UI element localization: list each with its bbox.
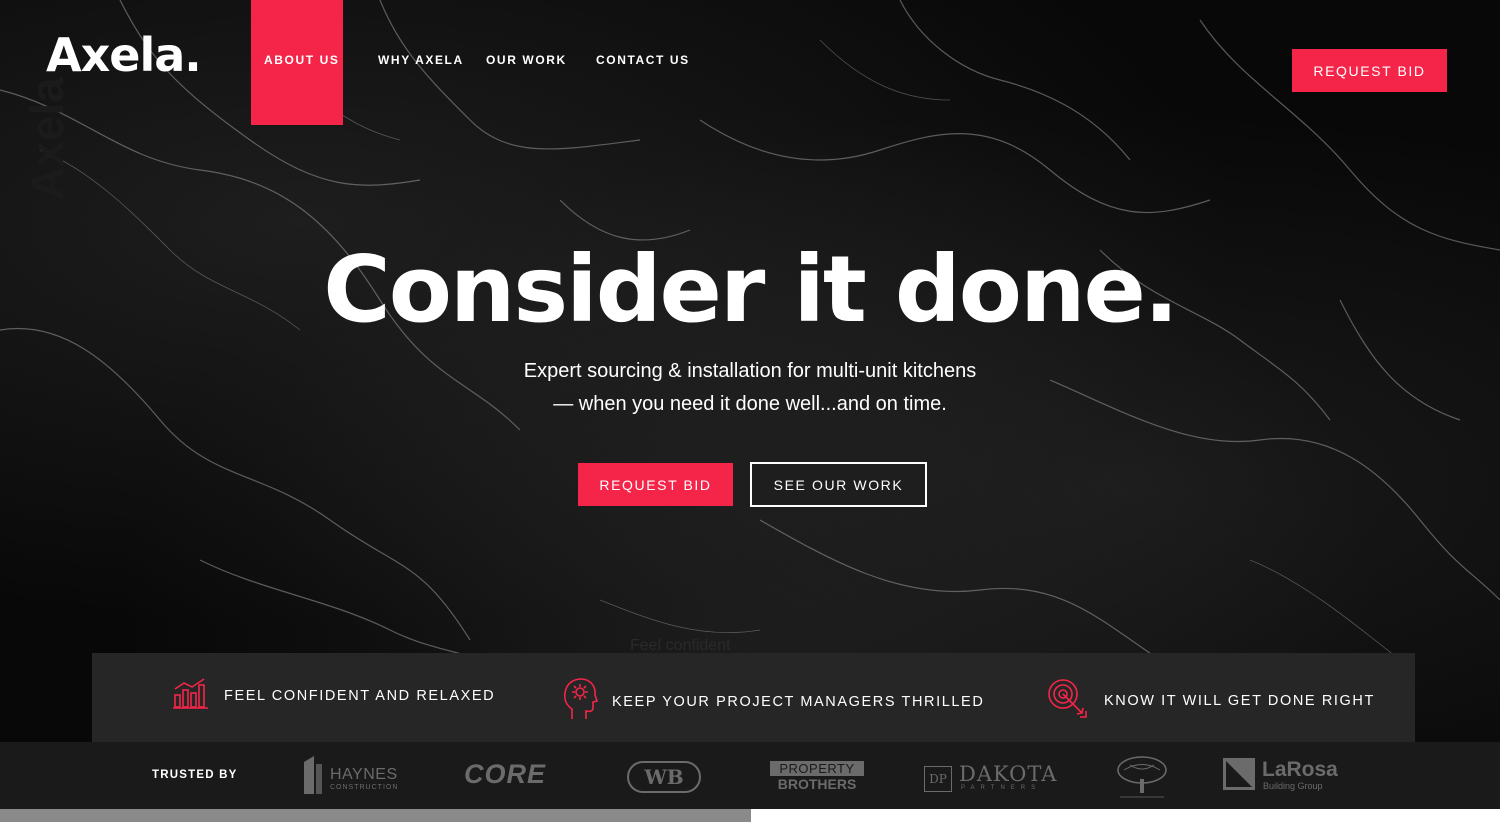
- axela-watermark: Axela: [21, 77, 73, 200]
- client-logo-wb: WB: [627, 761, 701, 793]
- hero-section: Axela Axela. ABOUT US WHY AXELA OUR WORK…: [0, 0, 1500, 742]
- nav-item-about-us[interactable]: ABOUT US: [264, 53, 339, 67]
- hero-subline-1: Expert sourcing & installation for multi…: [523, 360, 977, 382]
- client-logo-tree: [1114, 755, 1170, 806]
- larosa-name: LaRosa: [1262, 758, 1338, 781]
- nav-item-contact-us[interactable]: CONTACT US: [596, 53, 690, 67]
- larosa-mark-icon: [1223, 758, 1255, 790]
- nav-item-our-work[interactable]: OUR WORK: [486, 53, 567, 67]
- hero-headline: Consider it done.: [323, 236, 1179, 343]
- feature-item-confident: FEEL CONFIDENT AND RELAXED: [172, 677, 495, 714]
- header-request-bid-button[interactable]: REQUEST BID: [1292, 49, 1447, 92]
- see-our-work-button[interactable]: SEE OUR WORK: [750, 462, 927, 507]
- client-logo-haynes: HAYNES CONSTRUCTION: [302, 754, 397, 801]
- dakota-name: DAKOTA: [959, 762, 1058, 786]
- brothers-text: BROTHERS: [777, 776, 857, 792]
- feature-label-thrilled: KEEP YOUR PROJECT MANAGERS THRILLED: [612, 693, 985, 710]
- trusted-by-label: TRUSTED BY: [152, 769, 238, 781]
- client-logo-core: CORE: [464, 759, 547, 789]
- next-section-white-edge: [751, 809, 1500, 822]
- feature-item-done-right: KNOW IT WILL GET DONE RIGHT: [1046, 677, 1375, 724]
- hero-request-bid-button[interactable]: REQUEST BID: [578, 463, 733, 506]
- head-idea-icon: [562, 677, 599, 726]
- features-bar: FEEL CONFIDENT AND RELAXED KEEP YOUR PRO…: [92, 653, 1415, 743]
- feature-label-done-right: KNOW IT WILL GET DONE RIGHT: [1104, 692, 1375, 709]
- property-text: PROPERTY: [770, 761, 864, 776]
- haynes-name: HAYNES: [330, 766, 398, 783]
- client-logo-property-brothers: PROPERTY BROTHERS: [770, 761, 864, 792]
- next-section-image-edge: [0, 809, 751, 822]
- bar-chart-icon: [172, 677, 210, 714]
- nav-item-why-axela[interactable]: WHY AXELA: [378, 53, 464, 67]
- larosa-sub: Building Group: [1263, 781, 1323, 791]
- dakota-sub: PARTNERS: [961, 785, 1042, 791]
- dakota-mark-icon: DP: [924, 766, 952, 792]
- target-arrow-icon: [1046, 677, 1090, 724]
- feature-item-thrilled: KEEP YOUR PROJECT MANAGERS THRILLED: [562, 677, 984, 726]
- client-logo-larosa: LaRosa Building Group: [1222, 757, 1338, 796]
- hero-subline-2: — when you need it done well...and on ti…: [553, 393, 947, 415]
- haynes-sub: CONSTRUCTION: [330, 784, 399, 791]
- trusted-by-bar: TRUSTED BY HAYNES CONSTRUCTION CORE WB P…: [0, 742, 1500, 809]
- axela-logo[interactable]: Axela.: [46, 28, 202, 82]
- feature-label-confident: FEEL CONFIDENT AND RELAXED: [224, 687, 496, 704]
